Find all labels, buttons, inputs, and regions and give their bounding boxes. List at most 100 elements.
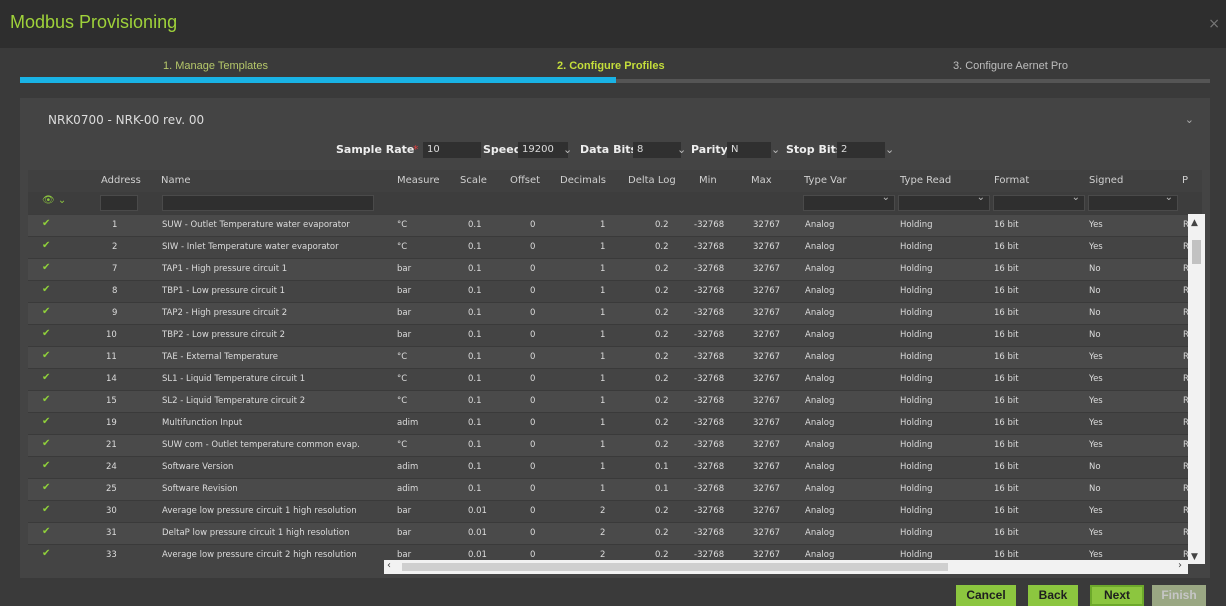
check-icon[interactable]: ✔ <box>42 262 50 273</box>
table-row[interactable]: ✔ 2 SIW - Inlet Temperature water evaporat… <box>28 237 1202 259</box>
column-header-signed[interactable]: Signed <box>1089 175 1123 186</box>
check-icon[interactable]: ✔ <box>42 350 50 361</box>
column-header-type-var[interactable]: Type Var <box>804 175 846 186</box>
address-filter-input[interactable] <box>100 195 138 211</box>
check-icon[interactable]: ✔ <box>42 240 50 251</box>
scroll-right-icon[interactable]: › <box>1178 560 1182 571</box>
check-icon[interactable]: ✔ <box>42 504 50 515</box>
name-filter-input[interactable] <box>162 195 374 211</box>
check-icon[interactable]: ✔ <box>42 394 50 405</box>
device-template-select[interactable]: NRK0700 - NRK-00 rev. 00 ⌄ <box>28 109 1202 133</box>
chevron-down-icon: ⌄ <box>563 143 573 156</box>
table-row[interactable]: ✔ 11 TAE - External Temperature °C 0.1 0 1 0.2 -… <box>28 347 1202 369</box>
type-read-filter-select[interactable] <box>898 192 990 211</box>
column-header-offset[interactable]: Offset <box>510 175 540 186</box>
table-row[interactable]: ✔ 24 Software Version adim 0.1 0 1 0.1 -32768 327… <box>28 457 1202 479</box>
cell-type-var: Analog <box>805 330 835 340</box>
check-icon[interactable]: ✔ <box>42 482 50 493</box>
cell-scale: 0.01 <box>468 506 487 516</box>
check-icon[interactable]: ✔ <box>42 460 50 471</box>
check-icon[interactable]: ✔ <box>42 416 50 427</box>
scroll-left-icon[interactable]: ‹ <box>387 560 391 571</box>
table-row[interactable]: ✔ 1 SUW - Outlet Temperature water evapora… <box>28 215 1202 237</box>
close-icon[interactable]: × <box>1208 16 1220 32</box>
table-row[interactable]: ✔ 31 DeltaP low pressure circuit 1 high re… <box>28 523 1202 545</box>
vertical-scroll-thumb[interactable] <box>1192 240 1201 264</box>
column-header-max[interactable]: Max <box>751 175 772 186</box>
check-icon[interactable]: ✔ <box>42 328 50 339</box>
check-icon[interactable]: ✔ <box>42 284 50 295</box>
table-row[interactable]: ✔ 21 SUW com - Outlet temperature common e… <box>28 435 1202 457</box>
parity-select[interactable]: N <box>727 142 771 158</box>
cancel-button[interactable]: Cancel <box>956 585 1016 606</box>
cell-name: SUW - Outlet Temperature water evaporato… <box>162 220 350 230</box>
horizontal-scroll-thumb[interactable] <box>402 563 948 571</box>
signed-filter-select[interactable] <box>1088 192 1178 211</box>
table-row[interactable]: ✔ 25 Software Revision adim 0.1 0 1 0.1 -32768 32… <box>28 479 1202 501</box>
step-manage-templates[interactable]: 1. Manage Templates <box>163 60 268 72</box>
cell-max: 32767 <box>753 308 781 318</box>
table-row[interactable]: ✔ 15 SL2 - Liquid Temperature circuit 2 °C 0… <box>28 391 1202 413</box>
cell-offset: 0 <box>530 220 536 230</box>
cell-name: Average low pressure circuit 1 high reso… <box>162 506 357 516</box>
stop-bits-select[interactable]: 2 <box>837 142 885 158</box>
column-header-decimals[interactable]: Decimals <box>560 175 606 186</box>
cell-min: -32768 <box>694 264 725 274</box>
column-header-delta-log[interactable]: Delta Log <box>628 175 676 186</box>
cell-decimals: 1 <box>600 286 606 296</box>
cell-offset: 0 <box>530 352 536 362</box>
check-icon[interactable]: ✔ <box>42 526 50 537</box>
cell-format: 16 bit <box>994 550 1019 560</box>
step-configure-aernet-pro[interactable]: 3. Configure Aernet Pro <box>953 60 1068 72</box>
table-row[interactable]: ✔ 9 TAP2 - High pressure circuit 2 bar 0.1 0 1… <box>28 303 1202 325</box>
scroll-down-icon[interactable]: ▼ <box>1191 552 1198 562</box>
data-bits-select[interactable]: 8 <box>633 142 681 158</box>
cell-delta-log: 0.2 <box>655 374 669 384</box>
table-row[interactable]: ✔ 10 TBP2 - Low pressure circuit 2 bar 0.1 0 1… <box>28 325 1202 347</box>
table-row[interactable]: ✔ 33 Average low pressure circuit 2 high r… <box>28 545 1202 560</box>
column-header-scale[interactable]: Scale <box>460 175 487 186</box>
table-row[interactable]: ✔ 14 SL1 - Liquid Temperature circuit 1 °C 0… <box>28 369 1202 391</box>
horizontal-scrollbar[interactable]: ‹ › <box>384 560 1188 574</box>
check-icon[interactable]: ✔ <box>42 218 50 229</box>
column-header-name[interactable]: Name <box>161 175 191 186</box>
column-header-min[interactable]: Min <box>699 175 717 186</box>
table-row[interactable]: ✔ 8 TBP1 - Low pressure circuit 1 bar 0.1 0 1 0… <box>28 281 1202 303</box>
cell-measure: bar <box>397 286 412 296</box>
step-configure-profiles[interactable]: 2. Configure Profiles <box>557 60 665 72</box>
cell-decimals: 1 <box>600 308 606 318</box>
wizard-progress-fill <box>20 77 616 83</box>
speed-select[interactable]: 19200 <box>518 142 568 158</box>
table-row[interactable]: ✔ 7 TAP1 - High pressure circuit 1 bar 0.1 0 1… <box>28 259 1202 281</box>
sample-rate-input[interactable]: 10 <box>423 142 481 158</box>
column-header-type-read[interactable]: Type Read <box>900 175 951 186</box>
check-icon[interactable]: ✔ <box>42 306 50 317</box>
format-filter-select[interactable] <box>993 192 1085 211</box>
next-button[interactable]: Next <box>1090 585 1144 606</box>
cell-name: Software Version <box>162 462 234 472</box>
check-icon[interactable]: ✔ <box>42 438 50 449</box>
column-header-extra[interactable]: P <box>1182 175 1188 186</box>
type-var-filter-select[interactable] <box>803 192 895 211</box>
cell-delta-log: 0.2 <box>655 242 669 252</box>
check-icon[interactable]: ✔ <box>42 548 50 559</box>
cell-measure: °C <box>397 396 408 406</box>
scroll-up-icon[interactable]: ▲ <box>1191 218 1198 228</box>
column-header-format[interactable]: Format <box>994 175 1029 186</box>
cell-type-read: Holding <box>900 440 933 450</box>
column-header-address[interactable]: Address <box>101 175 141 186</box>
cell-decimals: 1 <box>600 330 606 340</box>
cell-min: -32768 <box>694 308 725 318</box>
table-row[interactable]: ✔ 30 Average low pressure circuit 1 high r… <box>28 501 1202 523</box>
table-row[interactable]: ✔ 19 Multifunction Input adim 0.1 0 1 0.2 -32768… <box>28 413 1202 435</box>
cell-type-var: Analog <box>805 506 835 516</box>
vertical-scrollbar[interactable]: ▲ ▼ <box>1188 214 1205 564</box>
finish-button[interactable]: Finish <box>1152 585 1206 606</box>
check-icon[interactable]: ✔ <box>42 372 50 383</box>
column-header-measure[interactable]: Measure <box>397 175 440 186</box>
cell-signed: Yes <box>1089 418 1103 428</box>
back-button[interactable]: Back <box>1028 585 1078 606</box>
cell-scale: 0.1 <box>468 440 482 450</box>
cell-type-var: Analog <box>805 528 835 538</box>
visibility-filter-icon[interactable]: 👁 ⌄ <box>42 195 66 206</box>
